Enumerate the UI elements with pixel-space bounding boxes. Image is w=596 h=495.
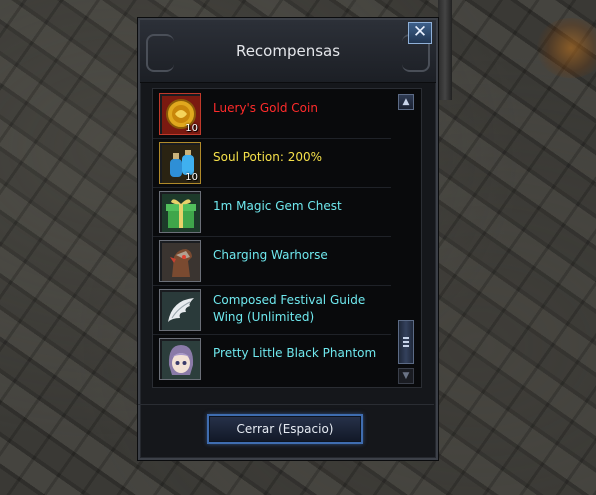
item-name: Pretty Little Black Phantom <box>213 346 377 360</box>
scroll-thumb[interactable] <box>398 320 414 364</box>
item-name: 1m Magic Gem Chest <box>213 199 342 213</box>
background-pole <box>438 0 452 100</box>
gold-coin-icon: 10 <box>159 93 201 135</box>
item-quantity: 10 <box>185 172 198 183</box>
list-item[interactable]: Charging Warhorse <box>153 236 391 286</box>
scroll-down-icon[interactable]: ▼ <box>398 368 414 384</box>
item-name: Charging Warhorse <box>213 248 328 262</box>
item-name: Composed Festival Guide Wing (Unlimited) <box>213 293 366 324</box>
list-item[interactable]: Pretty Little Black Phantom <box>153 334 391 383</box>
warhorse-icon <box>159 240 201 282</box>
wing-icon <box>159 289 201 331</box>
title-bar[interactable]: Recompensas <box>140 20 436 83</box>
list-item[interactable]: 1m Magic Gem Chest <box>153 187 391 237</box>
list-item[interactable]: 10 Luery's Gold Coin <box>153 89 391 139</box>
scroll-up-icon[interactable]: ▲ <box>398 94 414 110</box>
rewards-list: 10 Luery's Gold Coin 10 Soul Potion: 200… <box>152 88 422 388</box>
gift-box-icon <box>159 191 201 233</box>
item-name: Luery's Gold Coin <box>213 101 318 115</box>
list-item[interactable]: Composed Festival Guide Wing (Unlimited) <box>153 285 391 335</box>
item-quantity: 10 <box>185 123 198 134</box>
window-title: Recompensas <box>235 42 341 60</box>
potion-icon: 10 <box>159 142 201 184</box>
phantom-doll-icon <box>159 338 201 380</box>
list-scrollbar[interactable]: ▲ ▼ <box>396 92 416 386</box>
item-name: Soul Potion: 200% <box>213 150 323 164</box>
close-button[interactable]: Cerrar (Espacio) <box>207 414 363 444</box>
close-icon[interactable]: ✕ <box>408 22 432 44</box>
list-item[interactable]: 10 Soul Potion: 200% <box>153 138 391 188</box>
